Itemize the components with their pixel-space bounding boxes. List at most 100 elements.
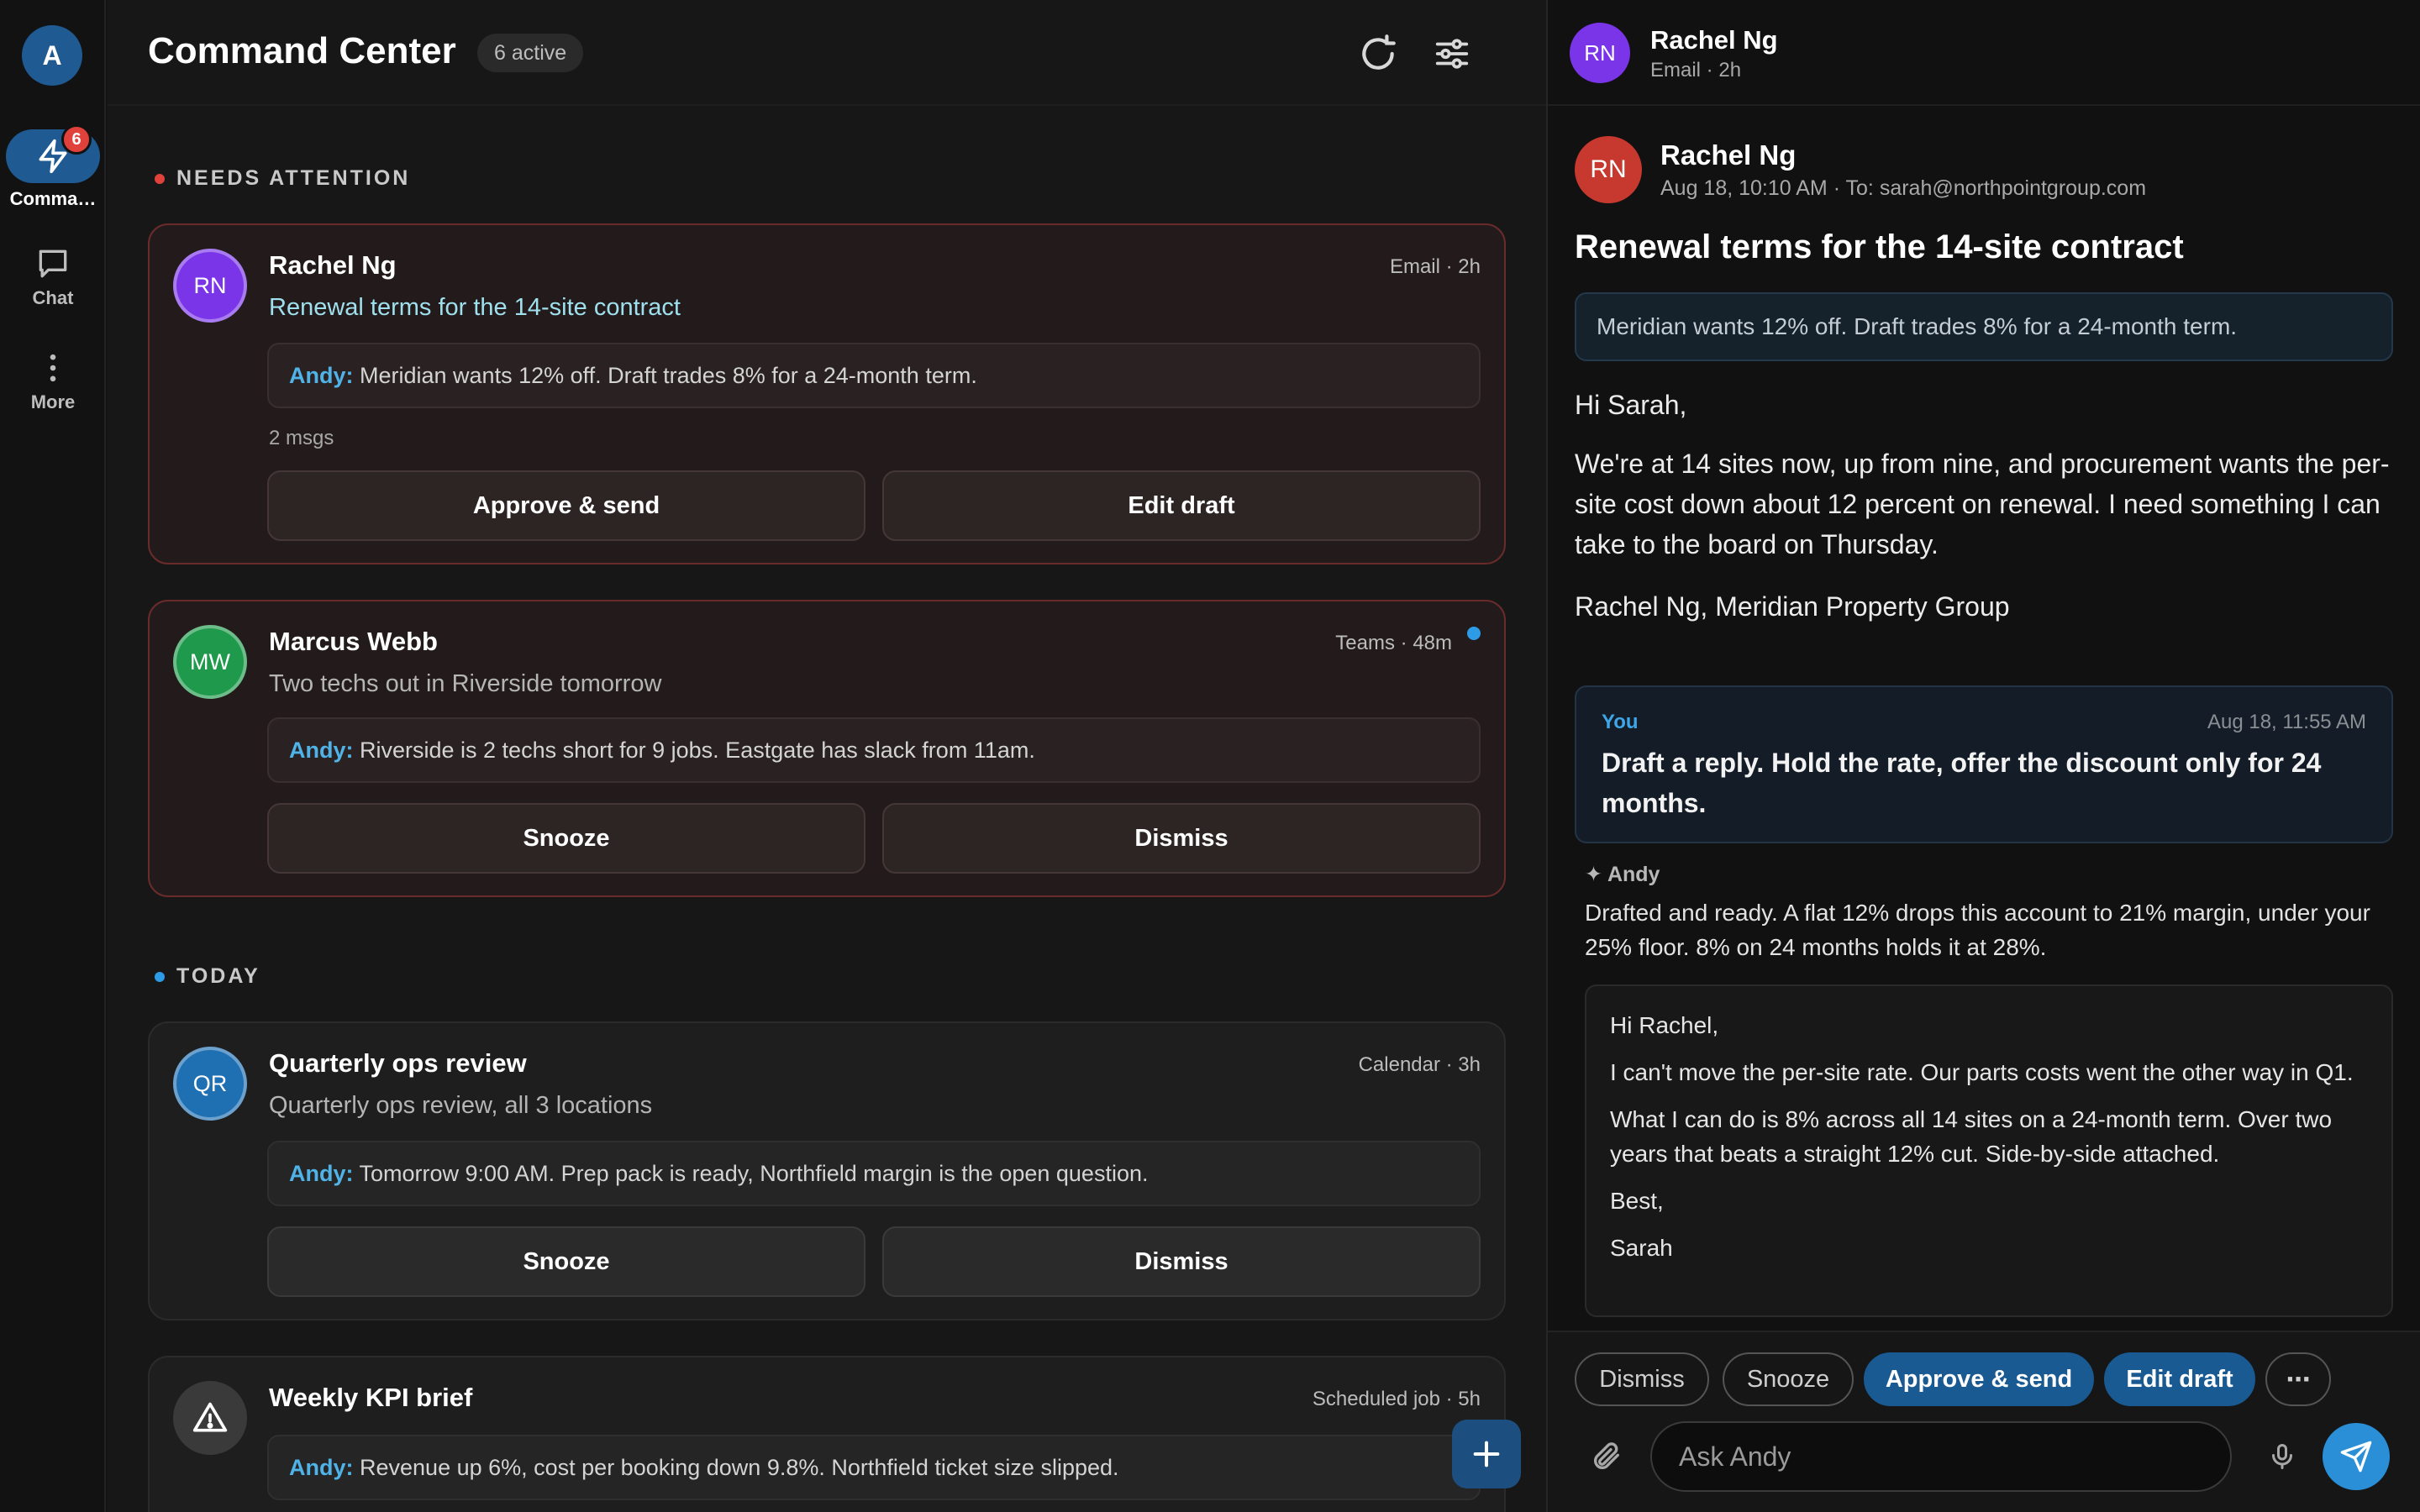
- message-signature: Rachel Ng, Meridian Property Group: [1575, 591, 2010, 622]
- more-options-button[interactable]: ⋯: [2265, 1352, 2331, 1406]
- notification-badge: 6: [61, 124, 92, 155]
- andy-summary-text: Tomorrow 9:00 AM. Prep pack is ready, No…: [353, 1161, 1149, 1186]
- section-label: TODAY: [176, 964, 260, 988]
- nav-item-label: Comma…: [9, 188, 97, 209]
- card-subject: Renewal terms for the 14-site contract: [269, 294, 681, 321]
- ask-andy-input[interactable]: Ask Andy: [1650, 1421, 2232, 1492]
- andy-reply-text: Drafted and ready. A flat 12% drops this…: [1585, 900, 2370, 960]
- send-icon: [2340, 1441, 2372, 1473]
- message-summary: Meridian wants 12% off. Draft trades 8% …: [1575, 292, 2393, 361]
- snooze-button[interactable]: Snooze: [1723, 1352, 1854, 1406]
- nav-rail: A 6 Comma… Chat More: [0, 0, 106, 1512]
- card-meta: Teams · 48m: [1335, 632, 1452, 654]
- card-name: Weekly KPI brief: [269, 1383, 473, 1412]
- sliders-icon[interactable]: [1430, 32, 1474, 76]
- avatar: MW: [173, 625, 247, 699]
- paperclip-icon[interactable]: [1586, 1436, 1627, 1477]
- add-button[interactable]: [1452, 1420, 1521, 1488]
- draft-closing: Best,: [1610, 1188, 1664, 1214]
- dismiss-button[interactable]: Dismiss: [882, 1226, 1481, 1297]
- avatar: QR: [173, 1047, 247, 1121]
- message-meta: Aug 18, 10:10 AM · To: sarah@northpointg…: [1660, 176, 2147, 200]
- message-body: We're at 14 sites now, up from nine, and…: [1575, 449, 2390, 559]
- andy-label: Andy:: [289, 1161, 354, 1186]
- andy-summary-text: Revenue up 6%, cost per booking down 9.8…: [353, 1455, 1119, 1480]
- status-dot: [155, 971, 165, 982]
- draft-signature: Sarah: [1610, 1235, 1673, 1261]
- card-meta: Calendar · 3h: [1358, 1053, 1481, 1076]
- edit-draft-button[interactable]: Edit draft: [2104, 1352, 2255, 1406]
- nav-item-more[interactable]: More: [0, 349, 106, 413]
- approve-send-button[interactable]: Approve & send: [1864, 1352, 2094, 1406]
- panel-action-bar: Dismiss Snooze Approve & send Edit draft…: [1548, 1331, 2420, 1512]
- instruction-author: You: [1602, 711, 1639, 733]
- dismiss-button[interactable]: Dismiss: [1575, 1352, 1709, 1406]
- chat-bubble-icon: [0, 245, 106, 282]
- draft-greeting: Hi Rachel,: [1610, 1012, 1719, 1038]
- avatar: RN: [1570, 23, 1630, 83]
- panel-header: RN Rachel Ng Email · 2h: [1548, 0, 2420, 106]
- card-meta: Scheduled job · 5h: [1312, 1388, 1481, 1410]
- nav-item-command-center[interactable]: 6 Comma…: [0, 124, 106, 210]
- refresh-icon[interactable]: [1356, 32, 1400, 76]
- microphone-icon[interactable]: [2262, 1436, 2302, 1477]
- andy-summary: Andy: Revenue up 6%, cost per booking do…: [267, 1435, 1481, 1500]
- section-needs-attention: NEEDS ATTENTION: [155, 166, 410, 191]
- feed-card-quarterly-ops-review[interactable]: QR Quarterly ops review Calendar · 3h Qu…: [148, 1021, 1506, 1320]
- sender-avatar: RN: [1575, 136, 1642, 203]
- card-name: Marcus Webb: [269, 627, 438, 656]
- andy-summary: Andy: Tomorrow 9:00 AM. Prep pack is rea…: [267, 1141, 1481, 1206]
- message-subject: Renewal terms for the 14-site contract: [1575, 228, 2184, 265]
- status-dot: [155, 173, 165, 184]
- user-instruction: You Aug 18, 11:55 AM Draft a reply. Hold…: [1575, 685, 2393, 843]
- section-today: TODAY: [155, 964, 260, 989]
- card-subject: Quarterly ops review, all 3 locations: [269, 1092, 653, 1119]
- snooze-button[interactable]: Snooze: [267, 803, 865, 874]
- draft-reply: Hi Rachel, I can't move the per-site rat…: [1585, 984, 2393, 1317]
- feed-card-rachel-ng[interactable]: RN Rachel Ng Email · 2h Renewal terms fo…: [148, 223, 1506, 564]
- feed-card-weekly-kpi-brief[interactable]: Weekly KPI brief Scheduled job · 5h Andy…: [148, 1356, 1506, 1512]
- draft-paragraph: I can't move the per-site rate. Our part…: [1610, 1059, 2354, 1085]
- andy-label: Andy:: [289, 1455, 354, 1480]
- andy-label: Andy:: [289, 363, 354, 388]
- andy-summary-text: Riverside is 2 techs short for 9 jobs. E…: [353, 738, 1035, 763]
- card-name: Quarterly ops review: [269, 1048, 527, 1078]
- panel-contact-meta: Email · 2h: [1650, 59, 1742, 81]
- andy-summary: Andy: Riverside is 2 techs short for 9 j…: [267, 717, 1481, 783]
- andy-reply-label: ✦ Andy: [1585, 863, 1660, 886]
- section-label: NEEDS ATTENTION: [176, 166, 411, 190]
- panel-contact-name: Rachel Ng: [1650, 25, 1778, 55]
- nav-item-label: Chat: [32, 287, 74, 308]
- andy-summary: Andy: Meridian wants 12% off. Draft trad…: [267, 343, 1481, 408]
- sender-name: Rachel Ng: [1660, 139, 1797, 171]
- page-title: Command Center: [148, 30, 456, 71]
- unread-dot: [1467, 627, 1481, 640]
- nav-item-label: More: [30, 391, 76, 412]
- dismiss-button[interactable]: Dismiss: [882, 803, 1481, 874]
- avatar: RN: [173, 249, 247, 323]
- active-count-chip: 6 active: [477, 34, 584, 72]
- card-meta: Email · 2h: [1389, 255, 1481, 278]
- feed-card-marcus-webb[interactable]: MW Marcus Webb Teams · 48m Two techs out…: [148, 600, 1506, 897]
- snooze-button[interactable]: Snooze: [267, 1226, 865, 1297]
- top-bar: Command Center 6 active: [108, 0, 1546, 106]
- message-greeting: Hi Sarah,: [1575, 390, 1687, 420]
- user-avatar[interactable]: A: [22, 25, 82, 86]
- approve-send-button[interactable]: Approve & send: [267, 470, 865, 541]
- vertical-dots-icon: [0, 349, 106, 386]
- message-count: 2 msgs: [269, 427, 334, 449]
- andy-summary-text: Meridian wants 12% off. Draft trades 8% …: [353, 363, 977, 388]
- andy-label: Andy:: [289, 738, 354, 763]
- detail-panel: RN Rachel Ng Email · 2h RN Rachel Ng Aug…: [1546, 0, 2420, 1512]
- command-center-main: Command Center 6 active NEEDS ATTENTION …: [108, 0, 1546, 1512]
- edit-draft-button[interactable]: Edit draft: [882, 470, 1481, 541]
- nav-item-chat[interactable]: Chat: [0, 245, 106, 309]
- warning-triangle-icon: [173, 1381, 247, 1455]
- card-subject: Two techs out in Riverside tomorrow: [269, 670, 662, 697]
- send-button[interactable]: [2323, 1423, 2390, 1490]
- card-name: Rachel Ng: [269, 250, 397, 280]
- draft-paragraph: What I can do is 8% across all 14 sites …: [1610, 1106, 2333, 1167]
- plus-icon: [1473, 1441, 1500, 1467]
- instruction-text: Draft a reply. Hold the rate, offer the …: [1602, 748, 2322, 818]
- instruction-time: Aug 18, 11:55 AM: [2207, 711, 2366, 733]
